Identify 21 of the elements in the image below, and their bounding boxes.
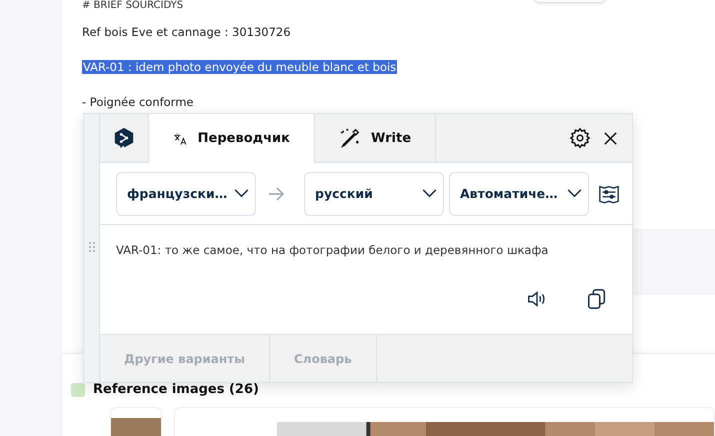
settings-icon[interactable] — [569, 127, 591, 149]
formality-select[interactable]: Автоматиче… — [449, 172, 589, 216]
language-select[interactable]: русский — [304, 172, 444, 216]
magic-pen-icon — [339, 127, 361, 149]
translation-text: VAR-01: то же самое, что на фотографии белого и деревянного шкафа — [116, 243, 550, 257]
chevron-down-icon — [422, 189, 437, 198]
drag-handle[interactable] — [84, 114, 100, 382]
language-select[interactable]: французски… — [116, 172, 256, 216]
text-line: - Poignée conforme — [82, 95, 194, 109]
section-title: Reference images (26) — [93, 382, 259, 397]
close-icon[interactable] — [603, 130, 618, 146]
heading: # BRIEF SOURCIDYS — [82, 0, 184, 11]
grip-icon — [88, 242, 94, 252]
tab[interactable]: Переводчик — [149, 114, 315, 163]
chevron-down-icon — [567, 189, 582, 198]
chevron-down-icon — [234, 189, 249, 198]
copy-icon[interactable] — [586, 288, 608, 310]
logo-icon — [113, 127, 135, 149]
image-icon — [71, 382, 85, 396]
arrow-right-icon — [268, 186, 284, 200]
text-line: Ref bois Eve et cannage : 30130726 — [82, 25, 291, 39]
